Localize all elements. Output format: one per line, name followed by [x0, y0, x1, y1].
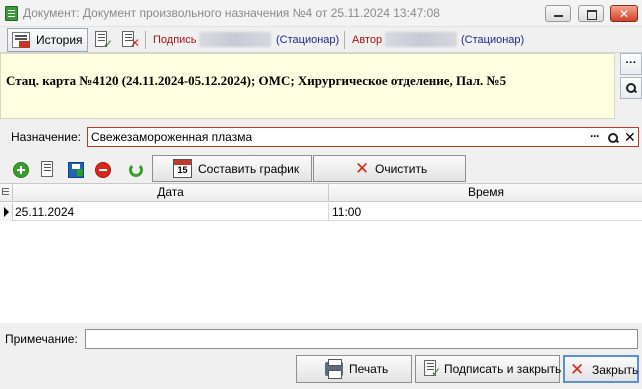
- assignment-label: Назначение:: [11, 130, 82, 144]
- author-name-redacted: [385, 32, 457, 47]
- document-icon: [41, 161, 53, 177]
- add-icon[interactable]: [13, 162, 29, 178]
- assignment-select-button[interactable]: ···: [590, 129, 600, 143]
- app-icon: [5, 6, 18, 21]
- cell-date[interactable]: 25.11.2024: [13, 203, 329, 221]
- note-label: Примечание:: [5, 332, 78, 346]
- more-button[interactable]: ···: [620, 53, 642, 75]
- window-title: Документ: Документ произвольного назначе…: [23, 6, 440, 20]
- cell-time[interactable]: 11:00: [330, 203, 642, 221]
- checkmark-icon: ✓: [103, 37, 114, 51]
- assignment-field[interactable]: Свежезамороженная плазма ··· ✕: [87, 127, 639, 147]
- sign-label: Подпись: [153, 34, 197, 46]
- schedule-grid: Дата Время 25.11.2024 11:00: [0, 183, 642, 323]
- title-bar: Документ: Документ произвольного назначе…: [0, 0, 642, 27]
- author-label: Автор: [352, 34, 383, 46]
- edit-icon[interactable]: [40, 161, 58, 179]
- close-icon: ✕: [570, 360, 585, 379]
- clear-button[interactable]: ✕ Очистить: [313, 155, 466, 182]
- close-button[interactable]: ✕ Закрыть: [563, 355, 639, 383]
- sign-document-icon: ✓: [423, 360, 441, 378]
- checkmark-icon: ✓: [431, 365, 442, 379]
- table-row[interactable]: 25.11.2024 11:00: [0, 203, 642, 221]
- note-field[interactable]: [85, 329, 638, 349]
- close-icon: ✕: [618, 7, 630, 21]
- assignment-value: Свежезамороженная плазма: [91, 130, 253, 144]
- case-info-text: Стац. карта №4120 (24.11.2024-05.12.2024…: [6, 73, 507, 88]
- sign-department: (Стационар): [276, 34, 340, 46]
- column-header-time[interactable]: Время: [330, 184, 642, 202]
- column-settings-icon[interactable]: [0, 184, 13, 201]
- minimize-button[interactable]: [545, 5, 571, 22]
- refresh-icon[interactable]: [129, 163, 143, 177]
- search-button[interactable]: [620, 77, 642, 99]
- document-toolbar: История ✓ ✕ Подпись (Стационар) Автор (С…: [0, 27, 642, 53]
- close-window-button[interactable]: ✕: [610, 5, 638, 22]
- search-icon: [626, 83, 636, 93]
- sign-document-button[interactable]: ✓: [94, 31, 114, 51]
- case-info-panel: Стац. карта №4120 (24.11.2024-05.12.2024…: [0, 53, 615, 119]
- print-label: Печать: [349, 362, 389, 376]
- search-icon[interactable]: [608, 133, 618, 143]
- make-schedule-label: Составить график: [198, 162, 300, 176]
- save-icon[interactable]: [68, 162, 84, 178]
- cross-icon: ✕: [130, 36, 141, 50]
- current-row-indicator-icon: [0, 203, 13, 221]
- clear-icon: ✕: [355, 159, 370, 178]
- history-button[interactable]: История: [7, 28, 88, 52]
- clear-label: Очистить: [375, 162, 428, 176]
- history-icon: [12, 32, 30, 48]
- author-department: (Стационар): [461, 34, 525, 46]
- close-label: Закрыть: [592, 363, 639, 377]
- grid-header: Дата Время: [0, 184, 642, 202]
- column-header-date[interactable]: Дата: [13, 184, 329, 202]
- sign-and-close-button[interactable]: ✓ Подписать и закрыть: [415, 355, 562, 383]
- assignment-clear-button[interactable]: ✕: [624, 128, 636, 146]
- printer-icon: [325, 359, 343, 379]
- history-label: История: [36, 33, 83, 47]
- sign-and-close-label: Подписать и закрыть: [444, 362, 562, 376]
- delete-icon[interactable]: [95, 162, 111, 178]
- toolbar-separator: [145, 31, 146, 49]
- maximize-button[interactable]: [578, 5, 604, 22]
- signer-name-redacted: [199, 32, 271, 47]
- toolbar-separator: [344, 31, 345, 49]
- unsign-document-button[interactable]: ✕: [121, 31, 141, 50]
- make-schedule-button[interactable]: 15 Составить график: [152, 155, 312, 182]
- calendar-icon: 15: [173, 159, 192, 178]
- print-button[interactable]: Печать: [296, 355, 412, 383]
